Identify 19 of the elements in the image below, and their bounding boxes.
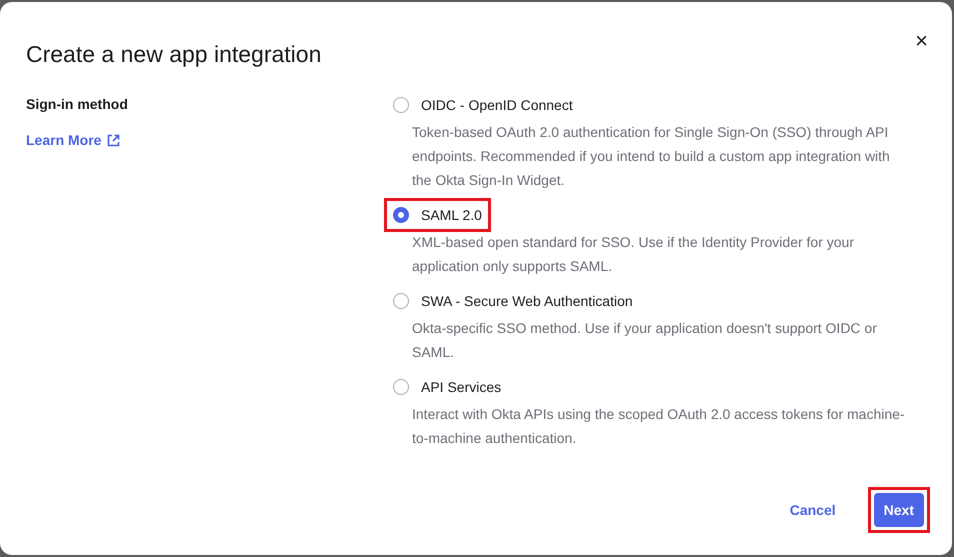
close-button[interactable]: × (915, 30, 928, 52)
learn-more-link[interactable]: Learn More (26, 130, 392, 150)
option-label: SAML 2.0 (421, 206, 482, 225)
option-description: Interact with Okta APIs using the scoped OAuth 2.0 access tokens for machine-to-machine authentication. (411, 405, 906, 448)
option-description: Token-based OAuth 2.0 authentication for Single Sign-On (SSO) through API endpoints. Recommended if you intend to build a custom app integration with the Okta Sign-In Widget. (411, 123, 891, 190)
option-description: Okta-specific SSO method. Use if your application doesn't support OIDC or SAML. (411, 319, 878, 362)
radio-button[interactable] (393, 293, 409, 309)
option-label: SWA - Secure Web Authentication (421, 292, 633, 311)
option-description: XML-based open standard for SSO. Use if the Identity Provider for your application only supports SAML. (411, 233, 855, 276)
cancel-button[interactable]: Cancel (786, 493, 840, 527)
radio-button[interactable] (393, 207, 409, 223)
option-label: API Services (421, 378, 502, 397)
option-label: OIDC - OpenID Connect (421, 96, 573, 115)
radio-button[interactable] (393, 379, 409, 395)
radio-button[interactable] (393, 97, 409, 113)
next-button[interactable]: Next (874, 493, 924, 527)
section-label: Sign-in method (26, 95, 129, 114)
external-link-icon (107, 134, 120, 146)
dialog-title: Create a new app integration (26, 40, 322, 68)
